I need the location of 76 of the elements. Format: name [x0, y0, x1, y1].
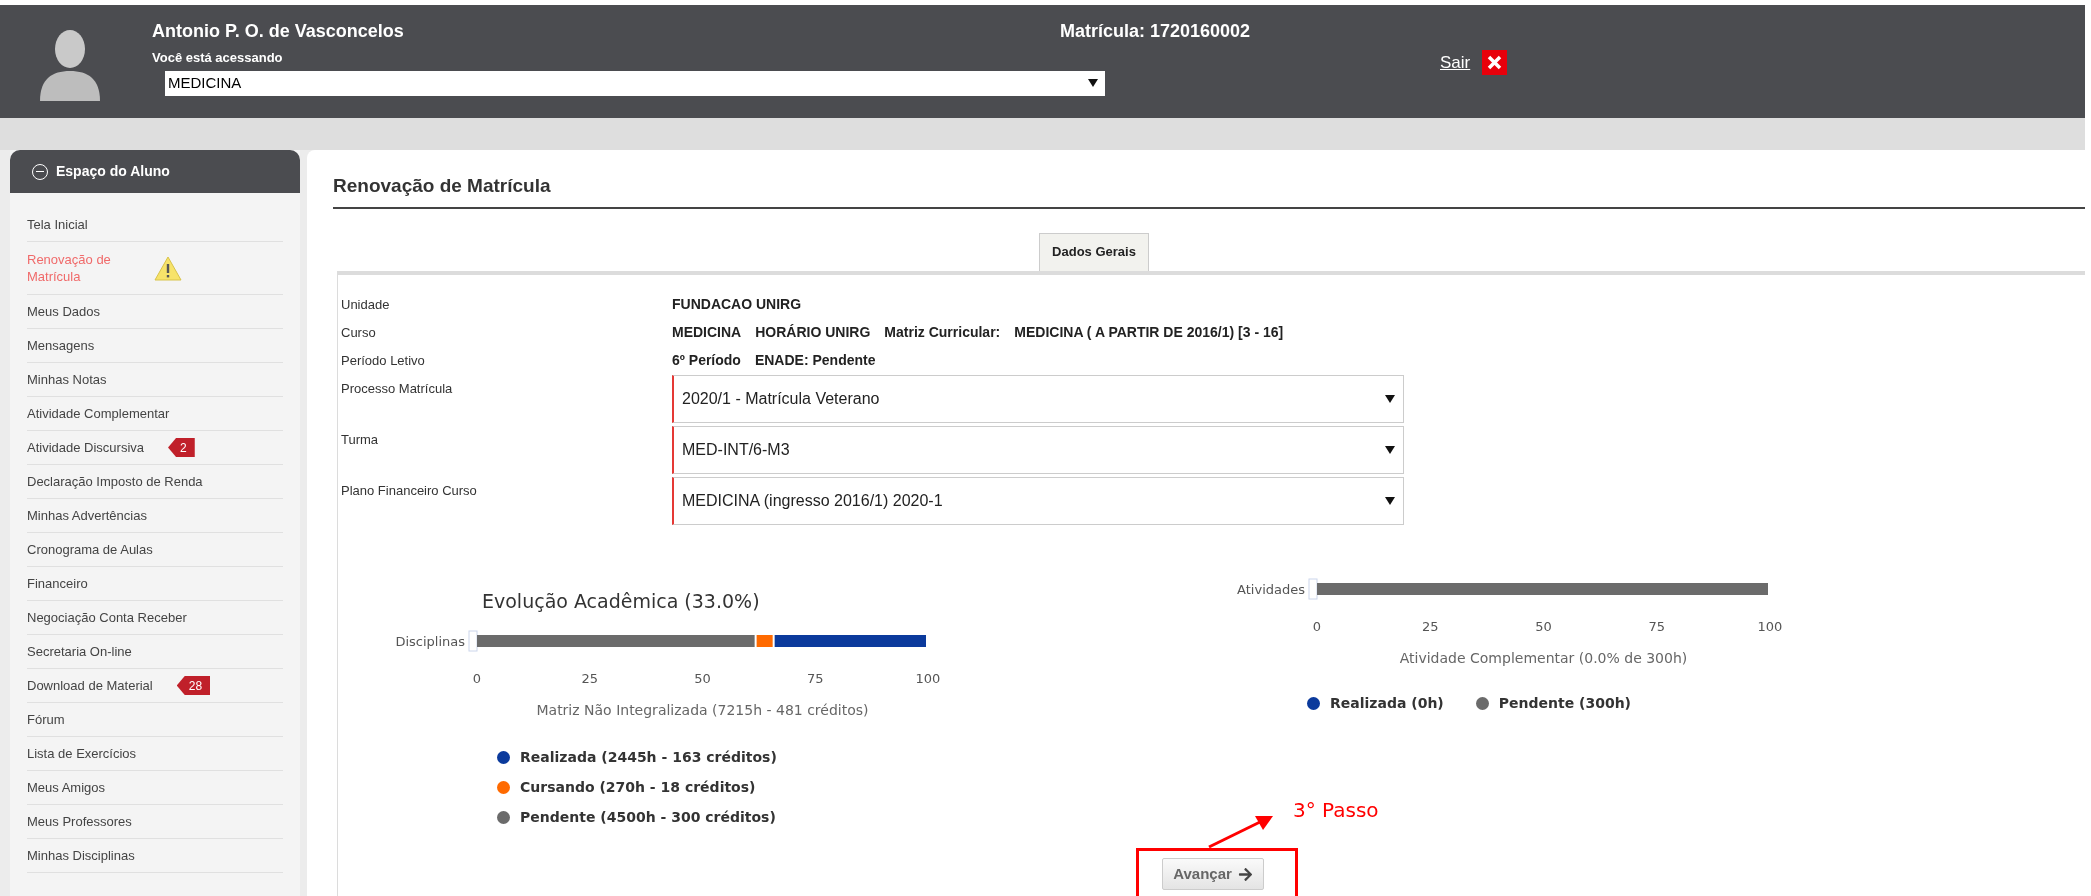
sidebar-link[interactable]: Fórum — [27, 711, 65, 728]
arrow-right-icon — [1237, 866, 1253, 882]
caret-icon — [1385, 445, 1395, 454]
category-label: Atividades — [1237, 581, 1305, 597]
axis-bracket — [1308, 578, 1318, 599]
sidebar-link[interactable]: Mensagens — [27, 337, 95, 354]
sidebar-link[interactable]: Lista de Exercícios — [27, 745, 137, 762]
axis-tick-label: 25 — [1422, 618, 1439, 634]
legend-label: Pendente (300h) — [1498, 693, 1632, 713]
axis-tick-label: 0 — [1312, 618, 1322, 634]
tab[interactable]: Dados Gerais — [1039, 232, 1149, 271]
legend-label: Realizada (0h) — [1330, 693, 1444, 713]
field-value: MEDICINA — [672, 323, 742, 342]
sidebar-link[interactable]: Negociação Conta Receber — [27, 609, 187, 626]
axis-tick-label: 100 — [1757, 618, 1783, 634]
sidebar-link[interactable]: Tela Inicial — [27, 216, 88, 233]
access-label: Você está acessando — [152, 49, 283, 67]
sidebar-header: Espaço do Aluno — [10, 150, 300, 193]
sidebar-link[interactable]: Declaração Imposto de Renda — [27, 473, 203, 490]
field-label: Período Letivo — [341, 351, 426, 370]
sidebar-link[interactable]: Meus Professores — [27, 813, 132, 830]
axis-tick-label: 75 — [1648, 618, 1665, 634]
warning-icon — [154, 255, 182, 281]
logout-link[interactable]: Sair — [1440, 50, 1471, 76]
sidebar-link[interactable]: Atividade Complementar — [27, 405, 170, 422]
close-icon[interactable] — [1482, 50, 1508, 76]
sidebar-link[interactable]: Financeiro — [27, 575, 88, 592]
category-label: Disciplinas — [395, 634, 465, 649]
user-name: Antonio P. O. de Vasconcelos — [152, 20, 405, 43]
sidebar-link[interactable]: Minhas Disciplinas — [27, 847, 135, 864]
field-value: Matriz Curricular: — [884, 323, 1001, 342]
field-value: FUNDACAO UNIRG — [672, 295, 802, 314]
field-value: MEDICINA ( A PARTIR DE 2016/1) [3 - 16] — [1014, 323, 1284, 342]
axis-tick-label: 100 — [915, 671, 941, 686]
field-label: Turma — [341, 430, 380, 449]
axis-tick-label: 50 — [1535, 618, 1552, 634]
count-badge: 28 — [176, 676, 211, 695]
caret-icon — [1385, 394, 1395, 403]
sidebar-link[interactable]: Minhas Advertências — [27, 507, 147, 524]
avatar-silhouette-icon — [38, 27, 102, 101]
sidebar-link[interactable]: Secretaria On-line — [27, 643, 132, 660]
sidebar-link[interactable]: Meus Amigos — [27, 779, 106, 796]
field-value: ENADE: Pendente — [754, 351, 876, 370]
field-value: HORÁRIO UNIRG — [755, 323, 871, 342]
field-label: Curso — [341, 323, 377, 342]
axis-bracket — [468, 630, 478, 652]
sidebar-link[interactable]: Meus Dados — [27, 303, 100, 320]
caret-icon — [1385, 496, 1395, 505]
legend-label: Cursando (270h - 18 créditos) — [520, 778, 756, 797]
legend-label: Pendente (4500h - 300 créditos) — [520, 808, 776, 827]
axis-title: Matriz Não Integralizada (7215h - 481 créditos) — [536, 702, 869, 718]
field-label: Plano Financeiro Curso — [341, 481, 478, 500]
course-dropdown[interactable]: MEDICINA — [165, 70, 1105, 96]
sidebar-link[interactable]: Cronograma de Aulas — [27, 541, 153, 558]
sidebar-link[interactable]: Atividade Discursiva — [27, 439, 145, 456]
axis-tick-label: 75 — [807, 671, 824, 686]
field-value: 6º Período — [672, 351, 741, 370]
next-button[interactable]: Avançar — [1162, 858, 1264, 890]
sidebar-link[interactable]: Minhas Notas — [27, 371, 107, 388]
sidebar-link[interactable]: Download de Material — [27, 677, 153, 694]
field-label: Unidade — [341, 295, 391, 314]
chart-title: Evolução Acadêmica (33.0%) — [482, 588, 760, 614]
legend-label: Realizada (2445h - 163 créditos) — [520, 748, 777, 767]
registration-number: Matrícula: 1720160002 — [1060, 20, 1251, 43]
count-badge: 2 — [168, 438, 195, 457]
annotation-text: 3° Passo — [1293, 797, 1379, 824]
dropdown-field[interactable]: MED-INT/6-M3 — [672, 425, 1404, 474]
dropdown-field[interactable]: MEDICINA (ingresso 2016/1) 2020-1 — [672, 476, 1404, 525]
axis-tick-label: 0 — [472, 671, 482, 686]
axis-title: Atividade Complementar (0.0% de 300h) — [1399, 649, 1688, 666]
field-label: Processo Matrícula — [341, 379, 454, 398]
page-title: Renovação de Matrícula — [333, 172, 2085, 209]
caret-icon — [1088, 79, 1098, 87]
dropdown-field[interactable]: 2020/1 - Matrícula Veterano — [672, 374, 1404, 423]
axis-tick-label: 50 — [694, 671, 711, 686]
axis-tick-label: 25 — [581, 671, 598, 686]
